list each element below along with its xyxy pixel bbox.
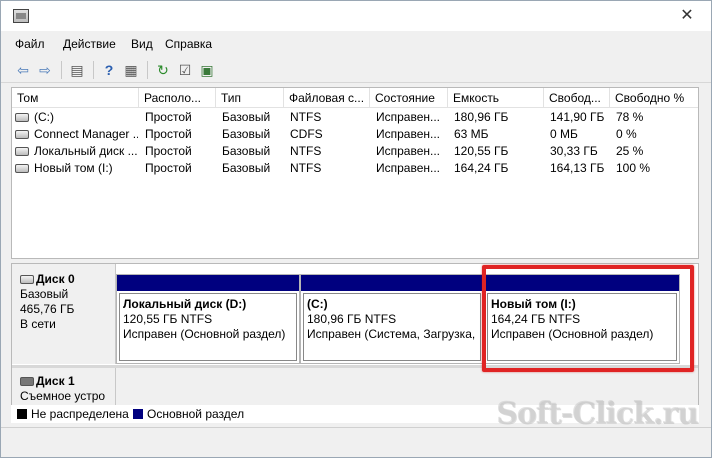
disk1-type: Съемное устро xyxy=(20,389,106,403)
primary-partition-bar xyxy=(301,275,483,291)
cell-capacity: 164,24 ГБ xyxy=(454,161,509,175)
legend-unallocated-label: Не распределена xyxy=(31,407,129,421)
toolbar-separator xyxy=(93,61,94,79)
drive-icon xyxy=(15,130,29,139)
cell-type: Базовый xyxy=(222,127,271,141)
refresh-icon[interactable]: ↻ xyxy=(153,60,173,80)
cell-free: 30,33 ГБ xyxy=(550,144,598,158)
partition-title: (C:) xyxy=(307,297,328,311)
disk0-name: Диск 0 xyxy=(36,272,75,286)
disk0-info[interactable]: Диск 0 Базовый 465,76 ГБ В сети xyxy=(12,264,116,364)
cell-filesystem: NTFS xyxy=(290,161,322,175)
forward-arrow-icon[interactable]: ⇨ xyxy=(35,60,55,80)
menu-file[interactable]: Файл xyxy=(15,37,45,51)
cell-status: Исправен... xyxy=(376,110,441,124)
cell-volume: (C:) xyxy=(34,110,54,124)
volume-list: Том Располо... Тип Файловая с... Состоян… xyxy=(11,87,699,259)
primary-partition-bar xyxy=(117,275,299,291)
disk1-name: Диск 1 xyxy=(36,374,75,388)
cell-status: Исправен... xyxy=(376,161,441,175)
cell-layout: Простой xyxy=(145,110,192,124)
cell-capacity: 180,96 ГБ xyxy=(454,110,509,124)
table-row[interactable]: Новый том (I:) Простой Базовый NTFS Испр… xyxy=(12,160,698,177)
toolbar: ⇦ ⇨ ▤ ? ▦ ↻ ☑ ▣ xyxy=(1,57,711,83)
cell-filesystem: NTFS xyxy=(290,144,322,158)
cell-layout: Простой xyxy=(145,161,192,175)
drive-icon xyxy=(15,164,29,173)
cell-free: 141,90 ГБ xyxy=(550,110,605,124)
col-header-layout[interactable]: Располо... xyxy=(139,88,216,108)
disk0-status: В сети xyxy=(20,317,56,331)
removable-disk-icon xyxy=(20,377,34,387)
legend-primary-label: Основной раздел xyxy=(147,407,245,421)
col-header-capacity[interactable]: Емкость xyxy=(448,88,544,108)
disk1-info[interactable]: Диск 1 Съемное устро xyxy=(12,368,116,408)
disk-management-icon xyxy=(13,9,29,23)
col-header-status[interactable]: Состояние xyxy=(370,88,448,108)
cell-free-percent: 100 % xyxy=(616,161,651,175)
cell-volume: Connect Manager ... xyxy=(34,127,138,141)
partition-c[interactable]: (C:) 180,96 ГБ NTFS Исправен (Система, З… xyxy=(300,274,484,364)
rescan-icon[interactable]: ▣ xyxy=(197,60,217,80)
cell-status: Исправен... xyxy=(376,144,441,158)
disk-management-window: ✕ Файл Действие Вид Справка ⇦ ⇨ ▤ ? ▦ ↻ … xyxy=(0,0,712,458)
partition-status: Исправен (Система, Загрузка, Ф xyxy=(307,327,479,341)
highlight-frame xyxy=(482,265,694,372)
disk-icon xyxy=(20,275,34,285)
legend-unallocated-swatch xyxy=(17,409,27,419)
watermark: Soft-Click.ru xyxy=(496,396,699,431)
menu-bar: Файл Действие Вид Справка xyxy=(1,35,711,55)
cell-free-percent: 25 % xyxy=(616,144,644,158)
col-header-filesystem[interactable]: Файловая с... xyxy=(284,88,370,108)
cell-layout: Простой xyxy=(145,144,192,158)
help-icon[interactable]: ? xyxy=(99,60,119,80)
cell-volume: Локальный диск ... xyxy=(34,144,138,158)
legend-primary-swatch xyxy=(133,409,143,419)
drive-icon xyxy=(15,113,29,122)
cell-free-percent: 0 % xyxy=(616,127,637,141)
console-tree-icon[interactable]: ▤ xyxy=(67,60,87,80)
table-row[interactable]: Connect Manager ... Простой Базовый CDFS… xyxy=(12,126,698,143)
col-header-free-percent[interactable]: Свободно % xyxy=(610,88,698,108)
cell-type: Базовый xyxy=(222,144,271,158)
drive-icon xyxy=(15,147,29,156)
partition-d[interactable]: Локальный диск (D:) 120,55 ГБ NTFS Испра… xyxy=(116,274,300,364)
col-header-volume[interactable]: Том xyxy=(12,88,139,108)
partition-status: Исправен (Основной раздел) xyxy=(123,327,286,341)
cell-capacity: 120,55 ГБ xyxy=(454,144,509,158)
table-row[interactable]: (C:) Простой Базовый NTFS Исправен... 18… xyxy=(12,109,698,126)
toolbar-separator xyxy=(147,61,148,79)
back-arrow-icon[interactable]: ⇦ xyxy=(13,60,33,80)
close-icon[interactable]: ✕ xyxy=(673,5,701,27)
partition-title: Локальный диск (D:) xyxy=(123,297,247,311)
details-icon[interactable]: ▦ xyxy=(121,60,141,80)
menu-action[interactable]: Действие xyxy=(63,37,116,51)
properties-icon[interactable]: ☑ xyxy=(175,60,195,80)
menu-help[interactable]: Справка xyxy=(165,37,212,51)
cell-type: Базовый xyxy=(222,110,271,124)
disk0-type: Базовый xyxy=(20,287,69,301)
cell-capacity: 63 МБ xyxy=(454,127,489,141)
cell-free: 164,13 ГБ xyxy=(550,161,605,175)
cell-free-percent: 78 % xyxy=(616,110,644,124)
cell-filesystem: NTFS xyxy=(290,110,322,124)
partition-size: 180,96 ГБ NTFS xyxy=(307,312,397,326)
title-bar: ✕ xyxy=(1,1,711,31)
cell-volume: Новый том (I:) xyxy=(34,161,113,175)
table-row[interactable]: Локальный диск ... Простой Базовый NTFS … xyxy=(12,143,698,160)
cell-filesystem: CDFS xyxy=(290,127,323,141)
toolbar-separator xyxy=(61,61,62,79)
disk0-size: 465,76 ГБ xyxy=(20,302,75,316)
col-header-type[interactable]: Тип xyxy=(216,88,284,108)
cell-layout: Простой xyxy=(145,127,192,141)
menu-view[interactable]: Вид xyxy=(131,37,153,51)
partition-size: 120,55 ГБ NTFS xyxy=(123,312,213,326)
cell-type: Базовый xyxy=(222,161,271,175)
col-header-free[interactable]: Свобод... xyxy=(544,88,610,108)
cell-status: Исправен... xyxy=(376,127,441,141)
cell-free: 0 МБ xyxy=(550,127,578,141)
